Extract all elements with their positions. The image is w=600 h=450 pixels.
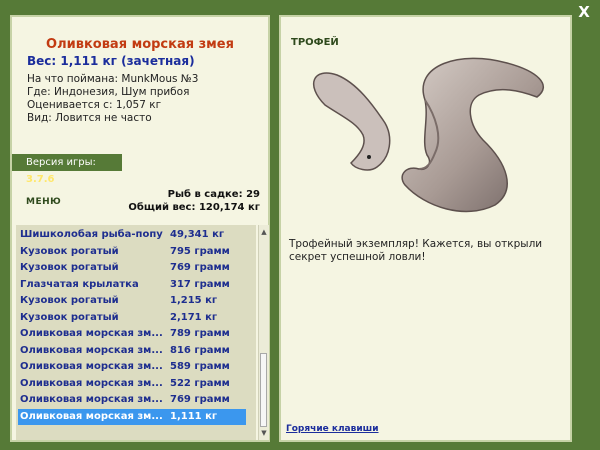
catch-item-name: Оливковая морская зм... xyxy=(20,344,163,356)
catch-list-item[interactable]: Кузовок рогатый 795 грамм xyxy=(18,244,246,260)
fish-title: Оливковая морская змея xyxy=(46,37,234,52)
catch-item-weight: 1,215 кг xyxy=(170,295,218,306)
catch-item-name: Кузовок рогатый xyxy=(20,245,119,257)
catch-list-item[interactable]: Кузовок рогатый 769 грамм xyxy=(18,260,246,276)
hotkeys-link[interactable]: Горячие клавиши xyxy=(286,424,379,434)
fish-weight: Вес: 1,111 кг (зачетная) xyxy=(27,54,195,68)
catch-item-name: Оливковая морская зм... xyxy=(20,361,163,372)
trophy-message: Трофейный экземпляр! Кажется, вы открыли… xyxy=(289,238,543,263)
scroll-down-icon[interactable]: ▼ xyxy=(259,428,269,438)
trophy-panel: ТРОФЕЙ Трофейный экземпляр! Кажется, вы … xyxy=(279,15,572,442)
version-value: 3.7.6 xyxy=(26,174,55,185)
catch-item-name: Оливковая морская зм... xyxy=(20,394,163,405)
catch-list-item[interactable]: Глазчатая крылатка 317 грамм xyxy=(18,277,246,293)
catch-item-weight: 816 грамм xyxy=(170,344,230,356)
menu-button[interactable]: МЕНЮ xyxy=(26,197,61,207)
catch-list-item[interactable]: Оливковая морская зм... 589 грамм xyxy=(18,359,246,375)
catch-item-weight: 317 грамм xyxy=(170,278,230,290)
scroll-up-icon[interactable]: ▲ xyxy=(259,227,269,237)
catch-item-weight: 522 грамм xyxy=(170,377,230,389)
catch-item-weight: 769 грамм xyxy=(170,262,230,273)
catch-item-name: Оливковая морская зм... xyxy=(20,377,163,389)
catch-item-weight: 589 грамм xyxy=(170,361,230,372)
catch-list-scrollbar[interactable]: ▲ ▼ xyxy=(258,225,269,440)
catch-item-name: Кузовок рогатый xyxy=(20,311,119,323)
scrollbar-thumb[interactable] xyxy=(260,353,267,427)
catch-item-name: Глазчатая крылатка xyxy=(20,278,139,290)
catch-item-name: Оливковая морская зм... xyxy=(20,410,163,422)
fish-kind: Вид: Ловится не часто xyxy=(27,112,152,124)
fish-valued: Оценивается с: 1,057 кг xyxy=(27,99,162,111)
fish-count: Рыб в садке: 29 xyxy=(167,189,260,200)
catch-list-item[interactable]: Оливковая морская зм... 522 грамм xyxy=(18,376,246,392)
catch-item-weight: 2,171 кг xyxy=(170,311,218,323)
sea-snake-image xyxy=(313,57,544,213)
catch-stats: Рыб в садке: 29 Общий вес: 120,174 кг xyxy=(128,188,260,214)
catch-info-panel: Оливковая морская змея Вес: 1,111 кг (за… xyxy=(10,15,270,442)
catch-item-weight: 769 грамм xyxy=(170,394,230,405)
version-label: Версия игры: xyxy=(26,157,96,168)
catch-item-weight: 789 грамм xyxy=(170,328,230,339)
catch-list[interactable]: Шишколобая рыба-попу... 49,341 кг Кузовок … xyxy=(16,225,256,440)
catch-item-weight: 1,111 кг xyxy=(170,410,218,422)
catch-list-item[interactable]: Кузовок рогатый 2,171 кг xyxy=(18,310,246,326)
catch-list-item[interactable]: Оливковая морская зм... 816 грамм xyxy=(18,343,246,359)
catch-item-weight: 49,341 кг xyxy=(170,229,225,240)
catch-item-weight: 795 грамм xyxy=(170,245,230,257)
game-window: X Оливковая морская змея Вес: 1,111 кг (… xyxy=(0,0,600,450)
catch-list-item[interactable]: Оливковая морская зм... 1,111 кг xyxy=(18,408,246,425)
catch-list-item[interactable]: Шишколобая рыба-попу... 49,341 кг xyxy=(18,227,246,243)
catch-list-item[interactable]: Оливковая морская зм... 769 грамм xyxy=(18,392,246,408)
catch-item-name: Оливковая морская зм... xyxy=(20,328,163,339)
version-badge: Версия игры: 3.7.6 xyxy=(12,154,122,185)
catch-list-item[interactable]: Оливковая морская зм... 789 грамм xyxy=(18,326,246,342)
catch-list-item[interactable]: Кузовок рогатый 1,215 кг xyxy=(18,293,246,309)
fish-bait: На что поймана: MunkMous №3 xyxy=(27,73,199,85)
fish-location: Где: Индонезия, Шум прибоя xyxy=(27,86,190,98)
catch-item-name: Шишколобая рыба-попу... xyxy=(20,229,163,240)
catch-item-name: Кузовок рогатый xyxy=(20,262,119,273)
total-weight: Общий вес: 120,174 кг xyxy=(128,202,260,213)
catch-item-name: Кузовок рогатый xyxy=(20,295,119,306)
close-icon[interactable]: X xyxy=(576,4,592,20)
